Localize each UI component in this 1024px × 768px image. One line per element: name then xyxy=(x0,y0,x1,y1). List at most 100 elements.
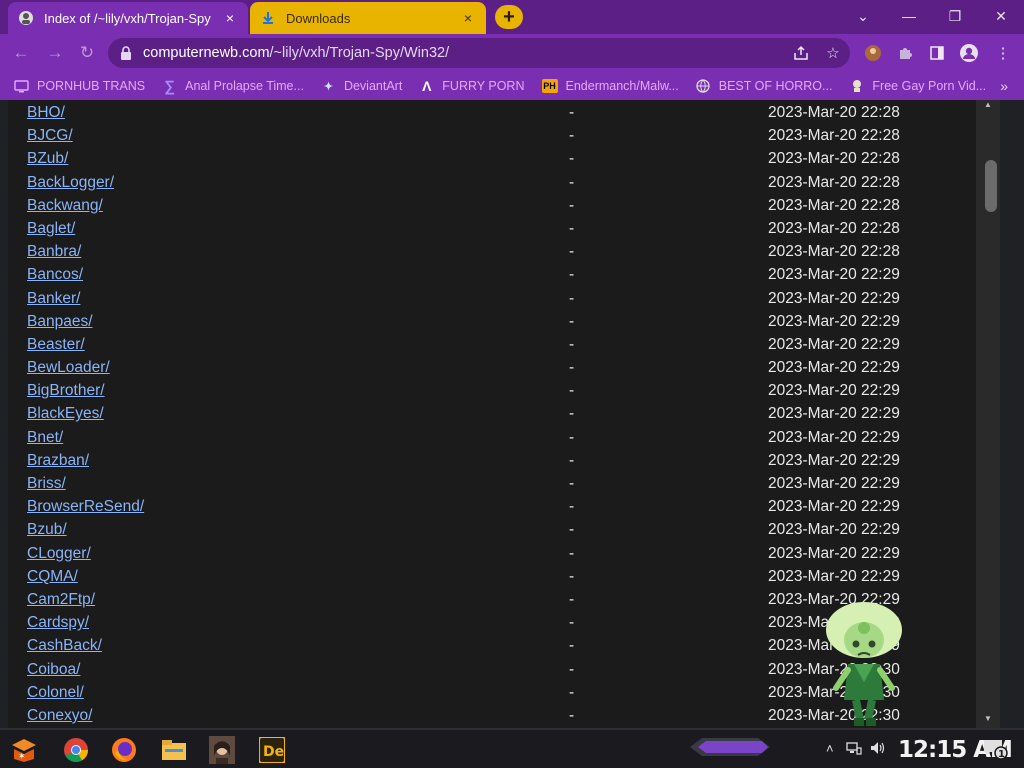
vertical-scrollbar[interactable]: ▲ ▼ xyxy=(976,100,1000,728)
tray-overflow-chevron-icon[interactable]: ˄ xyxy=(826,741,834,756)
account-avatar-icon[interactable] xyxy=(958,42,980,64)
listing-row: BlackEyes/ - 2023-Mar-20 22:29 xyxy=(27,405,927,428)
listing-row: Cam2Ftp/-2023-Mar-20 22:29 xyxy=(27,591,927,614)
scroll-down-arrow-icon[interactable]: ▼ xyxy=(976,714,1000,726)
scroll-up-arrow-icon[interactable]: ▲ xyxy=(976,100,1000,112)
directory-link[interactable]: Coiboa/ xyxy=(27,661,80,679)
size-cell: - xyxy=(569,590,575,608)
size-cell: - xyxy=(569,405,575,423)
tab-index-of-trojan-spy[interactable]: Index of /~lily/vxh/Trojan-Spy × xyxy=(8,2,248,34)
size-cell: - xyxy=(569,475,575,492)
directory-link[interactable]: Banker/ xyxy=(27,290,80,308)
tab-close-icon[interactable]: × xyxy=(460,10,476,26)
back-button[interactable]: ← xyxy=(8,41,34,65)
menu-kebab-icon[interactable]: ⋮ xyxy=(992,42,1014,64)
bookmark-furry-porn[interactable]: Λ FURRY PORN xyxy=(419,78,524,94)
directory-link[interactable]: BackLogger/ xyxy=(27,174,114,192)
directory-link[interactable]: BlackEyes/ xyxy=(27,405,104,423)
portrait-app-icon[interactable] xyxy=(206,735,238,765)
chrome-icon[interactable] xyxy=(60,735,92,765)
url-text[interactable]: computernewb.com/~lily/vxh/Trojan-Spy/Wi… xyxy=(143,45,449,61)
bookmarks-overflow-chevron-icon[interactable]: » xyxy=(1000,78,1008,94)
directory-link[interactable]: BewLoader/ xyxy=(27,359,110,377)
size-cell: - xyxy=(569,243,575,261)
profile-extension-icon[interactable] xyxy=(862,42,884,64)
size-cell: - xyxy=(569,150,575,168)
bookmark-deviantart[interactable]: ✦ DeviantArt xyxy=(321,79,402,94)
directory-link[interactable]: CashBack/ xyxy=(27,637,102,655)
globe-icon xyxy=(696,79,711,94)
side-panel-icon[interactable] xyxy=(926,42,948,64)
lock-icon[interactable] xyxy=(120,46,134,60)
bookmark-anal-prolapse[interactable]: ∑ Anal Prolapse Time... xyxy=(162,78,304,95)
restore-button[interactable]: ❐ xyxy=(940,4,970,28)
bookmark-best-of-horror[interactable]: BEST OF HORRO... xyxy=(696,79,832,94)
size-cell: - xyxy=(569,359,575,377)
notification-count: 1 xyxy=(998,749,1005,760)
directory-link[interactable]: Baglet/ xyxy=(27,220,75,238)
modified-date-cell: 2023-Mar-20 22:29 xyxy=(768,428,900,446)
directory-link[interactable]: Bnet/ xyxy=(27,429,63,447)
tab-title: Downloads xyxy=(286,10,351,26)
directory-link[interactable]: BZub/ xyxy=(27,150,68,168)
listing-row: Briss/ - 2023-Mar-20 22:29 xyxy=(27,475,927,498)
network-icon[interactable] xyxy=(846,741,862,758)
directory-link[interactable]: Colonel/ xyxy=(27,684,84,702)
forward-button[interactable]: → xyxy=(42,41,68,65)
reload-button[interactable]: ↻ xyxy=(74,41,100,65)
tab-downloads[interactable]: Downloads × xyxy=(250,2,486,34)
bookmark-pornhub-trans[interactable]: PORNHUB TRANS xyxy=(14,79,145,94)
directory-link[interactable]: Banpaes/ xyxy=(27,313,93,331)
size-cell: - xyxy=(569,196,575,214)
directory-link[interactable]: Backwang/ xyxy=(27,197,103,215)
modified-date-cell: 2023-Mar-20 22:29 xyxy=(768,498,900,516)
directory-link[interactable]: Cardspy/ xyxy=(27,614,89,632)
download-icon xyxy=(260,10,276,26)
directory-link[interactable]: Banbra/ xyxy=(27,243,81,261)
tab-close-icon[interactable]: × xyxy=(222,10,238,26)
tv-icon xyxy=(14,79,29,94)
modified-date-cell: 2023-Mar-20 22:29 xyxy=(768,567,900,585)
close-window-button[interactable]: ✕ xyxy=(986,4,1016,28)
taskbar-decoration-graphic xyxy=(690,738,770,756)
modified-date-cell: 2023-Mar-20 22:29 xyxy=(768,451,900,469)
directory-link[interactable]: Bzub/ xyxy=(27,521,67,539)
directory-link[interactable]: Brazban/ xyxy=(27,452,89,470)
new-tab-button[interactable]: + xyxy=(495,5,523,29)
share-icon[interactable] xyxy=(790,42,812,64)
directory-link[interactable]: CLogger/ xyxy=(27,545,91,563)
bookmark-free-gay-porn[interactable]: Free Gay Porn Vid... xyxy=(849,79,986,94)
directory-link[interactable]: CQMA/ xyxy=(27,568,78,586)
extensions-puzzle-icon[interactable] xyxy=(894,42,916,64)
directory-link[interactable]: Cam2Ftp/ xyxy=(27,591,95,609)
firefox-icon[interactable] xyxy=(108,735,140,765)
notification-center-icon[interactable]: 1 xyxy=(982,738,1008,763)
start-icon[interactable]: ✶ xyxy=(8,735,40,765)
modified-date-cell: 2023-Mar-20 22:28 xyxy=(768,173,900,191)
directory-link[interactable]: BJCG/ xyxy=(27,127,73,145)
directory-link[interactable]: Beaster/ xyxy=(27,336,85,354)
bookmark-star-icon[interactable]: ☆ xyxy=(822,42,844,64)
scrollbar-thumb[interactable] xyxy=(985,160,997,212)
volume-icon[interactable] xyxy=(870,741,886,758)
directory-link[interactable]: BrowserReSend/ xyxy=(27,498,144,516)
listing-row: Bnet/ - 2023-Mar-20 22:29 xyxy=(27,429,927,452)
browser-toolbar: ← → ↻ computernewb.com/~lily/vxh/Trojan-… xyxy=(0,34,1024,72)
directory-link[interactable]: BigBrother/ xyxy=(27,382,105,400)
modified-date-cell: 2023-Mar-20 22:28 xyxy=(768,104,900,121)
modified-date-cell: 2023-Mar-20 22:29 xyxy=(768,266,900,284)
listing-row: Colonel/-2023-Mar-20 22:30 xyxy=(27,684,927,707)
directory-link[interactable]: Briss/ xyxy=(27,475,66,493)
directory-link[interactable]: Bancos/ xyxy=(27,266,83,284)
address-bar[interactable]: computernewb.com/~lily/vxh/Trojan-Spy/Wi… xyxy=(108,38,850,68)
bookmark-endermanch[interactable]: PH Endermanch/Malw... xyxy=(541,79,679,93)
directory-link[interactable]: BHO/ xyxy=(27,104,65,122)
tab-search-dropdown-icon[interactable]: ⌄ xyxy=(848,4,878,28)
size-cell: - xyxy=(569,219,575,237)
file-explorer-icon[interactable] xyxy=(158,735,190,765)
listing-row: CashBack/-2023-Mar-20 22:29 xyxy=(27,637,927,660)
de-app-icon[interactable]: De xyxy=(256,735,288,765)
logo-icon xyxy=(849,79,864,94)
directory-link[interactable]: Conexyo/ xyxy=(27,707,92,725)
minimize-button[interactable]: — xyxy=(894,4,924,28)
